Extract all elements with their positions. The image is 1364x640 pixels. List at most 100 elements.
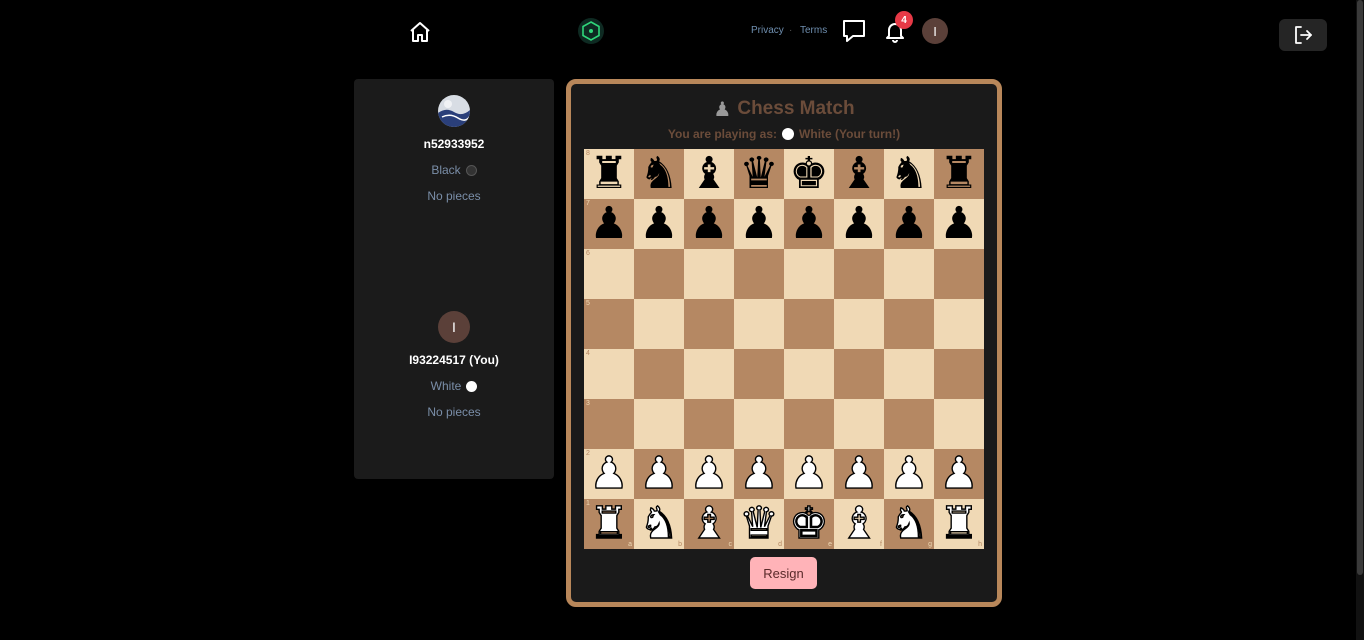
square-f2[interactable]: ♟ bbox=[834, 449, 884, 499]
black-pawn-icon[interactable]: ♟ bbox=[939, 202, 978, 246]
white-bishop-icon[interactable]: ♝ bbox=[689, 501, 730, 546]
square-h3[interactable] bbox=[934, 399, 984, 449]
black-knight-icon[interactable]: ♞ bbox=[889, 152, 928, 196]
square-f4[interactable] bbox=[834, 349, 884, 399]
square-g5[interactable] bbox=[884, 299, 934, 349]
square-f7[interactable]: ♟ bbox=[834, 199, 884, 249]
white-pawn-icon[interactable]: ♟ bbox=[689, 451, 730, 496]
square-d7[interactable]: ♟ bbox=[734, 199, 784, 249]
square-d2[interactable]: ♟ bbox=[734, 449, 784, 499]
black-pawn-icon[interactable]: ♟ bbox=[889, 202, 928, 246]
white-bishop-icon[interactable]: ♝ bbox=[839, 501, 880, 546]
square-h5[interactable] bbox=[934, 299, 984, 349]
scrollbar-thumb[interactable] bbox=[1357, 0, 1363, 575]
square-f6[interactable] bbox=[834, 249, 884, 299]
square-a4[interactable]: 4 bbox=[584, 349, 634, 399]
square-b6[interactable] bbox=[634, 249, 684, 299]
white-king-icon[interactable]: ♚ bbox=[789, 501, 830, 546]
square-e8[interactable]: ♚ bbox=[784, 149, 834, 199]
square-e3[interactable] bbox=[784, 399, 834, 449]
square-c5[interactable] bbox=[684, 299, 734, 349]
square-a7[interactable]: 7 ♟ bbox=[584, 199, 634, 249]
white-knight-icon[interactable]: ♞ bbox=[639, 501, 680, 546]
privacy-link[interactable]: Privacy bbox=[751, 25, 784, 36]
chat-button[interactable] bbox=[840, 17, 868, 45]
square-f1[interactable]: f ♝ bbox=[834, 499, 884, 549]
user-avatar[interactable]: I bbox=[922, 18, 948, 44]
white-pawn-icon[interactable]: ♟ bbox=[739, 451, 780, 496]
square-b7[interactable]: ♟ bbox=[634, 199, 684, 249]
square-c3[interactable] bbox=[684, 399, 734, 449]
black-queen-icon[interactable]: ♛ bbox=[739, 152, 778, 196]
square-d3[interactable] bbox=[734, 399, 784, 449]
square-c4[interactable] bbox=[684, 349, 734, 399]
resign-button[interactable]: Resign bbox=[750, 557, 817, 589]
square-h8[interactable]: ♜ bbox=[934, 149, 984, 199]
square-b8[interactable]: ♞ bbox=[634, 149, 684, 199]
white-pawn-icon[interactable]: ♟ bbox=[939, 451, 980, 496]
square-g1[interactable]: g ♞ bbox=[884, 499, 934, 549]
black-knight-icon[interactable]: ♞ bbox=[639, 152, 678, 196]
square-g7[interactable]: ♟ bbox=[884, 199, 934, 249]
white-pawn-icon[interactable]: ♟ bbox=[589, 451, 630, 496]
black-bishop-icon[interactable]: ♝ bbox=[689, 152, 728, 196]
square-c8[interactable]: ♝ bbox=[684, 149, 734, 199]
square-h2[interactable]: ♟ bbox=[934, 449, 984, 499]
square-e7[interactable]: ♟ bbox=[784, 199, 834, 249]
square-a8[interactable]: 8 ♜ bbox=[584, 149, 634, 199]
square-b4[interactable] bbox=[634, 349, 684, 399]
square-b2[interactable]: ♟ bbox=[634, 449, 684, 499]
black-pawn-icon[interactable]: ♟ bbox=[839, 202, 878, 246]
square-a2[interactable]: 2 ♟ bbox=[584, 449, 634, 499]
square-h1[interactable]: h ♜ bbox=[934, 499, 984, 549]
white-knight-icon[interactable]: ♞ bbox=[889, 501, 930, 546]
white-pawn-icon[interactable]: ♟ bbox=[839, 451, 880, 496]
white-rook-icon[interactable]: ♜ bbox=[589, 501, 630, 546]
square-d6[interactable] bbox=[734, 249, 784, 299]
square-e1[interactable]: e ♚ bbox=[784, 499, 834, 549]
square-b3[interactable] bbox=[634, 399, 684, 449]
square-g3[interactable] bbox=[884, 399, 934, 449]
white-pawn-icon[interactable]: ♟ bbox=[789, 451, 830, 496]
white-rook-icon[interactable]: ♜ bbox=[939, 501, 980, 546]
square-e4[interactable] bbox=[784, 349, 834, 399]
black-pawn-icon[interactable]: ♟ bbox=[589, 202, 628, 246]
square-h4[interactable] bbox=[934, 349, 984, 399]
square-g6[interactable] bbox=[884, 249, 934, 299]
square-c2[interactable]: ♟ bbox=[684, 449, 734, 499]
square-a1[interactable]: 1 a ♜ bbox=[584, 499, 634, 549]
square-b1[interactable]: b ♞ bbox=[634, 499, 684, 549]
square-h7[interactable]: ♟ bbox=[934, 199, 984, 249]
square-c6[interactable] bbox=[684, 249, 734, 299]
square-e6[interactable] bbox=[784, 249, 834, 299]
square-a6[interactable]: 6 bbox=[584, 249, 634, 299]
black-pawn-icon[interactable]: ♟ bbox=[639, 202, 678, 246]
black-pawn-icon[interactable]: ♟ bbox=[739, 202, 778, 246]
square-f3[interactable] bbox=[834, 399, 884, 449]
white-pawn-icon[interactable]: ♟ bbox=[889, 451, 930, 496]
square-d8[interactable]: ♛ bbox=[734, 149, 784, 199]
black-rook-icon[interactable]: ♜ bbox=[939, 152, 978, 196]
black-pawn-icon[interactable]: ♟ bbox=[689, 202, 728, 246]
white-queen-icon[interactable]: ♛ bbox=[739, 501, 780, 546]
white-pawn-icon[interactable]: ♟ bbox=[639, 451, 680, 496]
logout-button[interactable] bbox=[1279, 19, 1327, 51]
black-pawn-icon[interactable]: ♟ bbox=[789, 202, 828, 246]
square-a5[interactable]: 5 bbox=[584, 299, 634, 349]
square-a3[interactable]: 3 bbox=[584, 399, 634, 449]
chess-board[interactable]: 8 ♜ ♞ ♝ ♛ ♚ ♝ ♞ ♜ 7 ♟ ♟ ♟ ♟ ♟ ♟ ♟ ♟ 6 5 4 3 2 ♟ ♟ ♟ ♟ ♟ ♟ ♟ ♟ 1 a ♜ b ♞ c ♝ d ♛… bbox=[584, 149, 984, 549]
black-rook-icon[interactable]: ♜ bbox=[589, 152, 628, 196]
square-g4[interactable] bbox=[884, 349, 934, 399]
terms-link[interactable]: Terms bbox=[800, 25, 827, 36]
square-e2[interactable]: ♟ bbox=[784, 449, 834, 499]
black-king-icon[interactable]: ♚ bbox=[789, 152, 828, 196]
square-d4[interactable] bbox=[734, 349, 784, 399]
square-f8[interactable]: ♝ bbox=[834, 149, 884, 199]
black-bishop-icon[interactable]: ♝ bbox=[839, 152, 878, 196]
square-h6[interactable] bbox=[934, 249, 984, 299]
square-e5[interactable] bbox=[784, 299, 834, 349]
square-d1[interactable]: d ♛ bbox=[734, 499, 784, 549]
square-c1[interactable]: c ♝ bbox=[684, 499, 734, 549]
square-g8[interactable]: ♞ bbox=[884, 149, 934, 199]
square-g2[interactable]: ♟ bbox=[884, 449, 934, 499]
